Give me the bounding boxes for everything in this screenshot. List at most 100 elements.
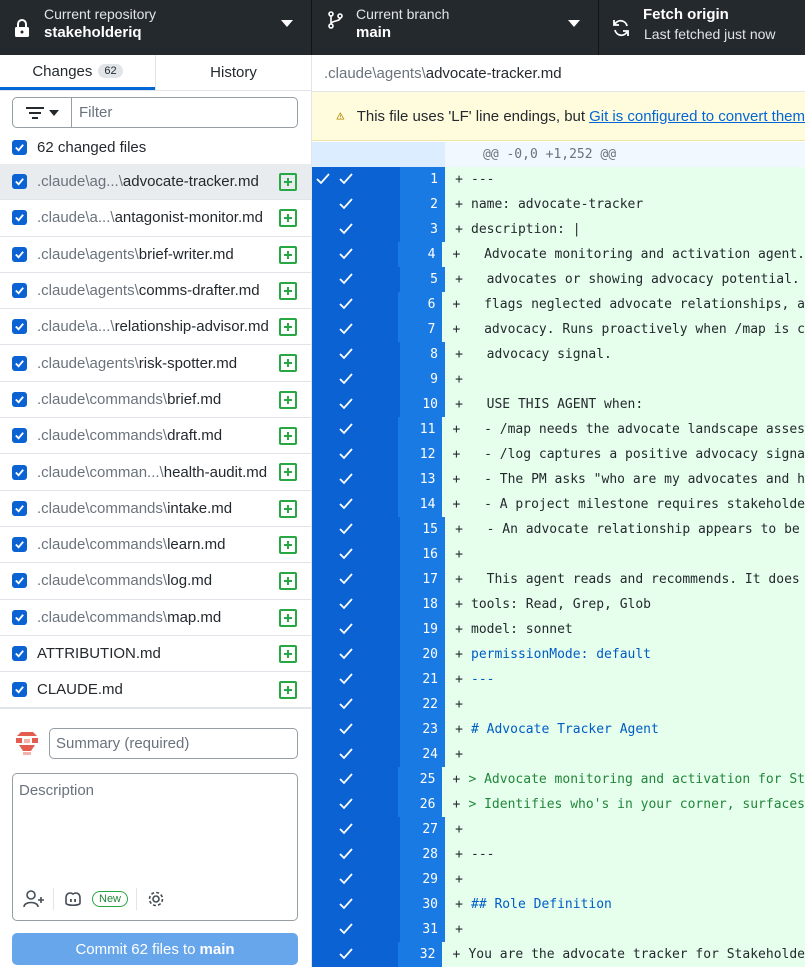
- diff-line[interactable]: 3 + description: |: [312, 217, 805, 242]
- branch-selector[interactable]: Current branch main: [312, 0, 599, 55]
- line-select-gutter[interactable]: [312, 217, 400, 242]
- file-checkbox[interactable]: [12, 464, 27, 480]
- line-select-gutter[interactable]: [312, 667, 400, 692]
- file-checkbox[interactable]: [12, 246, 27, 262]
- diff-line[interactable]: 23 + # Advocate Tracker Agent: [312, 717, 805, 742]
- line-select-gutter[interactable]: [312, 542, 400, 567]
- diff-line[interactable]: 5 + advocates or showing advocacy potenti…: [312, 267, 805, 292]
- diff-line[interactable]: 17 + This agent reads and recommends. It …: [312, 567, 805, 592]
- filter-options-button[interactable]: [13, 98, 72, 127]
- file-checkbox[interactable]: [12, 174, 27, 190]
- diff-line[interactable]: 28 + ---: [312, 842, 805, 867]
- file-checkbox[interactable]: [12, 319, 27, 335]
- diff-line[interactable]: 13 + - The PM asks "who are my advocates …: [312, 467, 805, 492]
- diff-line[interactable]: 18 + tools: Read, Grep, Glob: [312, 592, 805, 617]
- line-select-gutter[interactable]: [312, 392, 400, 417]
- diff-line[interactable]: 25 + > Advocate monitoring and activation …: [312, 767, 805, 792]
- file-row[interactable]: .claude\commands\intake.md: [0, 491, 311, 527]
- diff-line[interactable]: 15 + - An advocate relationship appears t…: [312, 517, 805, 542]
- file-row[interactable]: .claude\a...\antagonist-monitor.md: [0, 200, 311, 237]
- file-checkbox[interactable]: [12, 355, 27, 371]
- diff-line[interactable]: 1 + ---: [312, 167, 805, 192]
- line-select-gutter[interactable]: [312, 242, 399, 267]
- file-row[interactable]: .claude\comman...\health-audit.md: [0, 454, 311, 491]
- diff-line[interactable]: 9 +: [312, 367, 805, 392]
- diff-line[interactable]: 19 + model: sonnet: [312, 617, 805, 642]
- diff-line[interactable]: 29 +: [312, 867, 805, 892]
- line-select-gutter[interactable]: [312, 767, 399, 792]
- file-checkbox[interactable]: [12, 682, 27, 698]
- add-coauthor-button[interactable]: [23, 888, 45, 910]
- file-checkbox[interactable]: [12, 428, 27, 444]
- line-select-gutter[interactable]: [312, 292, 399, 317]
- file-row[interactable]: ATTRIBUTION.md: [0, 636, 311, 673]
- diff-line[interactable]: 32 + You are the advocate tracker for Stak…: [312, 942, 805, 967]
- line-select-gutter[interactable]: [312, 517, 400, 542]
- file-row[interactable]: .claude\commands\log.md: [0, 563, 311, 600]
- line-select-gutter[interactable]: [312, 267, 400, 292]
- git-config-link[interactable]: Git is configured to convert them: [589, 108, 805, 125]
- line-select-gutter[interactable]: [312, 792, 399, 817]
- diff-line[interactable]: 6 + flags neglected advocate relationship…: [312, 292, 805, 317]
- file-row[interactable]: CLAUDE.md: [0, 672, 311, 709]
- diff-line[interactable]: 31 +: [312, 917, 805, 942]
- line-select-gutter[interactable]: [312, 342, 400, 367]
- line-select-gutter[interactable]: [312, 567, 400, 592]
- diff-line[interactable]: 12 + - /log captures a positive advocacy …: [312, 442, 805, 467]
- file-checkbox[interactable]: [12, 573, 27, 589]
- diff-line[interactable]: 8 + advocacy signal.: [312, 342, 805, 367]
- line-select-gutter[interactable]: [312, 167, 400, 192]
- diff-line[interactable]: 11 + - /map needs the advocate landscape …: [312, 417, 805, 442]
- diff-line[interactable]: 24 +: [312, 742, 805, 767]
- file-row[interactable]: .claude\commands\draft.md: [0, 418, 311, 455]
- line-select-gutter[interactable]: [312, 917, 400, 942]
- line-select-gutter[interactable]: [312, 867, 400, 892]
- line-select-gutter[interactable]: [312, 192, 400, 217]
- line-select-gutter[interactable]: [312, 692, 400, 717]
- tab-history[interactable]: History: [155, 55, 311, 90]
- diff-line[interactable]: 2 + name: advocate-tracker: [312, 192, 805, 217]
- file-checkbox[interactable]: [12, 609, 27, 625]
- file-row[interactable]: .claude\commands\learn.md: [0, 527, 311, 564]
- select-all-checkbox[interactable]: [12, 139, 27, 155]
- commit-button[interactable]: Commit 62 files to main: [12, 933, 298, 965]
- diff-line[interactable]: 16 +: [312, 542, 805, 567]
- line-select-gutter[interactable]: [312, 742, 400, 767]
- line-select-gutter[interactable]: [312, 717, 400, 742]
- diff-line[interactable]: 14 + - A project milestone requires stake…: [312, 492, 805, 517]
- repository-selector[interactable]: Current repository stakeholderiq: [0, 0, 312, 55]
- file-checkbox[interactable]: [12, 391, 27, 407]
- line-select-gutter[interactable]: [312, 942, 399, 967]
- file-checkbox[interactable]: [12, 537, 27, 553]
- file-row[interactable]: .claude\agents\brief-writer.md: [0, 237, 311, 273]
- line-select-gutter[interactable]: [312, 442, 399, 467]
- summary-input[interactable]: [49, 728, 298, 759]
- file-checkbox[interactable]: [12, 283, 27, 299]
- diff-line[interactable]: 27 +: [312, 817, 805, 842]
- line-select-gutter[interactable]: [312, 417, 399, 442]
- description-input[interactable]: [13, 774, 297, 878]
- diff-line[interactable]: 7 + advocacy. Runs proactively when /map …: [312, 317, 805, 342]
- file-row[interactable]: .claude\commands\map.md: [0, 600, 311, 636]
- line-select-gutter[interactable]: [312, 317, 399, 342]
- line-select-gutter[interactable]: [312, 467, 399, 492]
- line-select-gutter[interactable]: [312, 842, 400, 867]
- filter-input[interactable]: [72, 98, 297, 127]
- file-checkbox[interactable]: [12, 210, 27, 226]
- diff-line[interactable]: 30 + ## Role Definition: [312, 892, 805, 917]
- diff-line[interactable]: 10 + USE THIS AGENT when:: [312, 392, 805, 417]
- tab-changes[interactable]: Changes 62: [0, 55, 155, 90]
- file-row[interactable]: .claude\agents\comms-drafter.md: [0, 273, 311, 310]
- file-row[interactable]: .claude\a...\relationship-advisor.md: [0, 309, 311, 346]
- line-select-gutter[interactable]: [312, 592, 400, 617]
- diff-line[interactable]: 22 +: [312, 692, 805, 717]
- file-row[interactable]: .claude\ag...\advocate-tracker.md: [0, 164, 311, 201]
- diff-line[interactable]: 26 + > Identifies who's in your corner, su…: [312, 792, 805, 817]
- fetch-origin-button[interactable]: Fetch origin Last fetched just now: [599, 0, 805, 55]
- line-select-gutter[interactable]: [312, 367, 400, 392]
- line-select-gutter[interactable]: [312, 817, 400, 842]
- line-select-gutter[interactable]: [312, 642, 400, 667]
- file-checkbox[interactable]: [12, 646, 27, 661]
- line-select-gutter[interactable]: [312, 492, 399, 517]
- line-select-gutter[interactable]: [312, 617, 400, 642]
